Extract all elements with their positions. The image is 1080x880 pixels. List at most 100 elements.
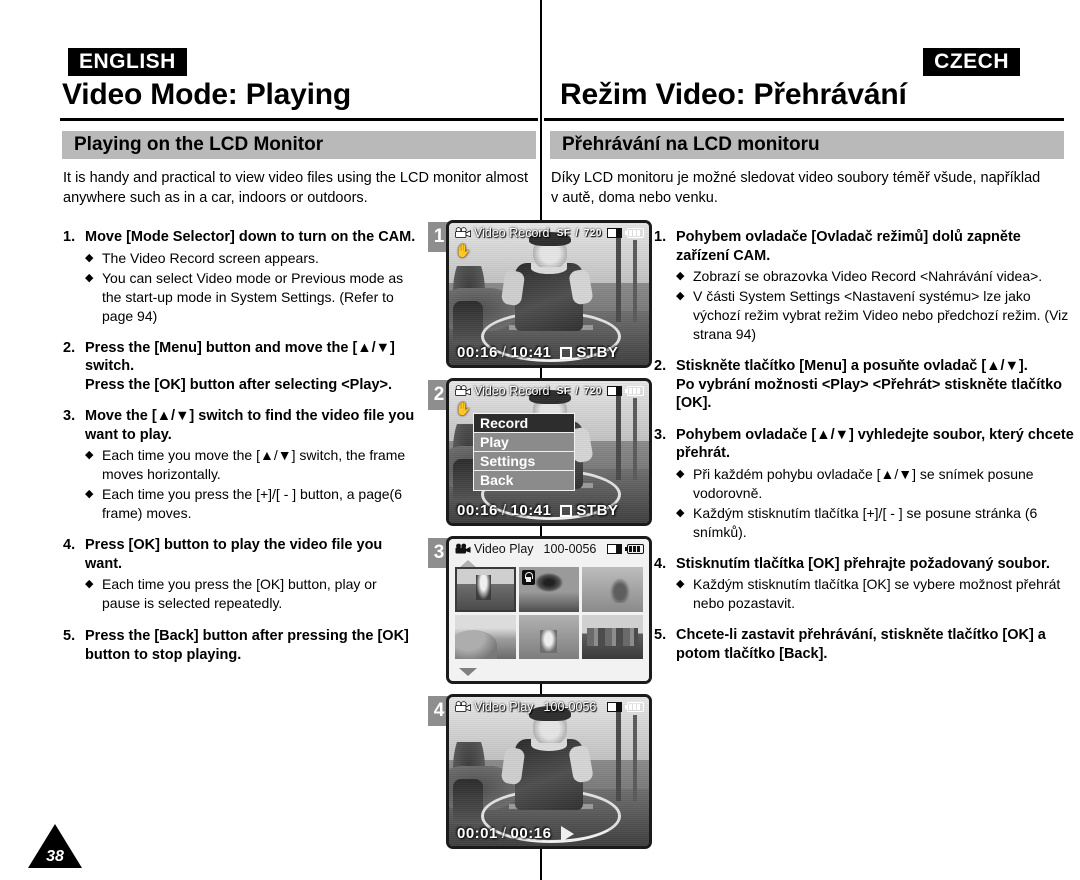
- step-bullets: ◆ Zobrazí se obrazovka Video Record <Nah…: [676, 267, 1074, 344]
- page-title-czech: Režim Video: Přehrávání: [560, 78, 907, 111]
- intro-paragraph-czech: Díky LCD monitoru je možné sledovat vide…: [551, 170, 1041, 206]
- bullet-item: ◆ V části System Settings <Nastavení sys…: [676, 287, 1074, 344]
- camcorder-icon: [455, 385, 471, 396]
- lock-icon: [521, 570, 535, 585]
- diamond-icon: ◆: [676, 270, 685, 282]
- lcd-mode-label: Video Record: [474, 384, 550, 398]
- step-number: 3.: [63, 408, 76, 424]
- section-heading-czech: Přehrávání na LCD monitoru: [550, 131, 1064, 159]
- bullet-text: Každým stisknutím tlačítka [OK] se vyber…: [693, 576, 1061, 611]
- page-number: 38: [46, 848, 64, 865]
- bullet-item: ◆ Každým stisknutím tlačítka [OK] se vyb…: [676, 575, 1074, 613]
- thumbnail-item-1[interactable]: [455, 567, 516, 612]
- camcorder-icon: [455, 701, 471, 712]
- list-item: 4. Stisknutím tlačítka [OK] přehrajte po…: [654, 555, 1074, 614]
- bullet-text: Each time you press the [+]/[ - ] button…: [102, 486, 403, 521]
- step-heading: Press the [Back] button after pressing t…: [85, 628, 409, 663]
- bullet-text: V části System Settings <Nastavení systé…: [693, 288, 1069, 342]
- diamond-icon: ◆: [85, 488, 94, 500]
- lcd-mode-label: Video Play: [474, 542, 534, 556]
- camcorder-icon: [455, 227, 471, 238]
- list-item: 1. Pohybem ovladače [Ovladač režimů] dol…: [654, 228, 1074, 344]
- list-item: 2. Press the [Menu] button and move the …: [63, 339, 418, 395]
- czech-column: CZECH Režim Video: Přehrávání Přehrávání…: [542, 0, 1080, 880]
- bullet-text: Each time you press the [OK] button, pla…: [102, 576, 377, 611]
- language-tag-english: ENGLISH: [68, 48, 187, 76]
- step-bullets: ◆ Each time you move the [▲/▼] switch, t…: [85, 446, 418, 523]
- diamond-icon: ◆: [85, 271, 94, 284]
- page-title-english: Video Mode: Playing: [62, 78, 352, 111]
- diamond-icon: ◆: [676, 467, 685, 480]
- intro-paragraph-english: It is handy and practical to view video …: [63, 170, 529, 206]
- list-item: 5. Press the [Back] button after pressin…: [63, 627, 418, 664]
- step-number: 3.: [654, 426, 667, 443]
- scroll-down-arrow-icon[interactable]: [459, 668, 477, 676]
- step-heading: Press [OK] button to play the video file…: [85, 537, 383, 572]
- bullet-text: The Video Record screen appears.: [102, 249, 319, 266]
- bullet-text: Při každém pohybu ovladače [▲/▼] se sním…: [693, 465, 1034, 501]
- diamond-icon: ◆: [676, 578, 685, 590]
- step-heading: Move [Mode Selector] down to turn on the…: [85, 229, 416, 245]
- bullet-item: ◆ Při každém pohybu ovladače [▲/▼] se sn…: [676, 465, 1074, 503]
- step-heading: Pohybem ovladače [Ovladač režimů] dolů z…: [676, 229, 1021, 264]
- step-heading: Press the [Menu] button and move the [▲/…: [85, 339, 395, 375]
- step-bullets: ◆ Each time you press the [OK] button, p…: [85, 575, 418, 613]
- step-heading: Stiskněte tlačítko [Menu] a posuňte ovla…: [676, 358, 1028, 374]
- list-item: 3. Pohybem ovladače [▲/▼] vyhledejte sou…: [654, 426, 1074, 542]
- steps-list-czech: 1. Pohybem ovladače [Ovladač režimů] dol…: [654, 228, 1074, 676]
- bullet-item: ◆ The Video Record screen appears.: [85, 249, 418, 268]
- list-item: 1. Move [Mode Selector] down to turn on …: [63, 228, 418, 326]
- thumbnail-item-4[interactable]: [455, 614, 516, 659]
- diamond-icon: ◆: [85, 578, 94, 590]
- step-number: 2.: [654, 358, 667, 374]
- bullet-text: Zobrazí se obrazovka Video Record <Nahrá…: [693, 268, 1043, 284]
- bullet-item: ◆ Každým stisknutím tlačítka [+]/[ - ] s…: [676, 504, 1074, 542]
- anti-shake-hand-icon: ✋: [455, 401, 472, 416]
- step-bullets: ◆ Každým stisknutím tlačítka [OK] se vyb…: [676, 575, 1074, 613]
- lcd-mode-label: Video Play: [474, 700, 534, 714]
- step-number: 5.: [63, 628, 76, 644]
- list-item: 3. Move the [▲/▼] switch to find the vid…: [63, 407, 418, 523]
- time-current: 00:16: [457, 344, 498, 361]
- step-bullets: ◆ Při každém pohybu ovladače [▲/▼] se sn…: [676, 465, 1074, 542]
- list-item: 4. Press [OK] button to play the video f…: [63, 536, 418, 613]
- step-number: 4.: [63, 537, 76, 553]
- manual-page: ENGLISH Video Mode: Playing Playing on t…: [0, 0, 1080, 880]
- diamond-icon: ◆: [676, 290, 685, 302]
- bullet-item: ◆ Zobrazí se obrazovka Video Record <Nah…: [676, 267, 1074, 286]
- step-heading: Pohybem ovladače [▲/▼] vyhledejte soubor…: [676, 426, 1074, 462]
- bullet-item: ◆ Each time you move the [▲/▼] switch, t…: [85, 446, 418, 484]
- language-tag-czech: CZECH: [923, 48, 1020, 76]
- step-number: 2.: [63, 339, 76, 356]
- bullet-item: ◆ Each time you press the [OK] button, p…: [85, 575, 418, 613]
- step-heading: Press the [OK] button after selecting <P…: [85, 376, 392, 393]
- title-rule-english: [60, 118, 538, 121]
- step-number: 5.: [654, 627, 667, 643]
- title-rule-czech: [544, 118, 1064, 121]
- list-item: 5. Chcete-li zastavit přehrávání, stiskn…: [654, 626, 1074, 663]
- lcd-mode-label: Video Record: [474, 226, 550, 240]
- diamond-icon: ◆: [676, 506, 685, 519]
- step-number: 4.: [654, 555, 667, 572]
- list-item: 2. Stiskněte tlačítko [Menu] a posuňte o…: [654, 357, 1074, 413]
- anti-shake-hand-icon: ✋: [455, 243, 472, 258]
- time-current: 00:16: [457, 502, 498, 519]
- time-current: 00:01: [457, 825, 498, 842]
- diamond-icon: ◆: [85, 251, 94, 264]
- bullet-item: ◆ Each time you press the [+]/[ - ] butt…: [85, 485, 418, 523]
- diamond-icon: ◆: [85, 449, 94, 461]
- section-heading-english: Playing on the LCD Monitor: [62, 131, 536, 159]
- step-heading: Po vybrání možnosti <Play> <Přehrát> sti…: [676, 376, 1063, 412]
- step-number: 1.: [654, 229, 667, 245]
- bullet-item: ◆ You can select Video mode or Previous …: [85, 269, 418, 326]
- steps-list-english: 1. Move [Mode Selector] down to turn on …: [63, 228, 418, 677]
- bullet-text: You can select Video mode or Previous mo…: [102, 269, 404, 324]
- bullet-text: Each time you move the [▲/▼] switch, the…: [102, 447, 406, 482]
- step-bullets: ◆ The Video Record screen appears. ◆ You…: [85, 249, 418, 326]
- time-separator: /: [501, 344, 507, 361]
- bullet-text: Každým stisknutím tlačítka [+]/[ - ] se …: [693, 504, 1038, 540]
- step-heading: Move the [▲/▼] switch to find the video …: [85, 408, 415, 443]
- step-number: 1.: [63, 229, 76, 245]
- step-heading: Chcete-li zastavit přehrávání, stiskněte…: [676, 627, 1046, 662]
- camcorder-icon: [455, 543, 471, 554]
